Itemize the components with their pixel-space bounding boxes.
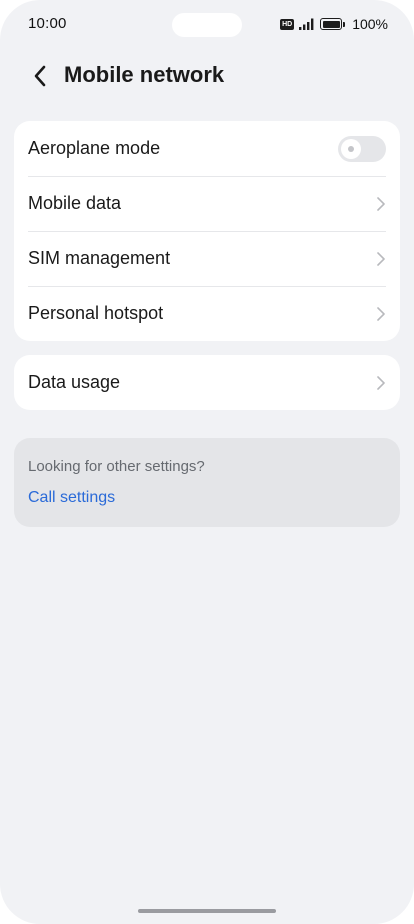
status-icons: HD 100% — [280, 15, 388, 33]
sim-management-label: SIM management — [28, 248, 171, 268]
sim-management-row[interactable]: SIM management — [14, 231, 400, 286]
back-arrow-icon — [34, 65, 46, 87]
data-usage-label: Data usage — [28, 372, 121, 392]
usage-group: Data usage — [14, 355, 400, 410]
home-indicator[interactable] — [138, 909, 276, 913]
signal-icon — [299, 18, 314, 30]
page-header: Mobile network — [0, 50, 414, 100]
status-bar: 10:00 HD 100% — [0, 0, 414, 48]
personal-hotspot-row[interactable]: Personal hotspot — [14, 286, 400, 341]
back-button[interactable] — [26, 62, 54, 90]
mobile-data-row[interactable]: Mobile data — [14, 176, 400, 231]
mobile-data-label: Mobile data — [28, 193, 122, 213]
personal-hotspot-label: Personal hotspot — [28, 303, 164, 323]
aeroplane-mode-row[interactable]: Aeroplane mode — [14, 121, 400, 176]
battery-percent: 100% — [352, 16, 388, 32]
toggle-knob — [341, 138, 361, 159]
status-time: 10:00 — [28, 15, 67, 32]
other-settings-hint: Looking for other settings? Call setting… — [14, 438, 400, 527]
aeroplane-mode-label: Aeroplane mode — [28, 138, 161, 158]
phone-screen: 10:00 HD 100% Mobile network Aeroplane m… — [0, 0, 414, 924]
camera-pill — [172, 13, 242, 37]
chevron-right-icon — [377, 375, 385, 390]
hd-icon: HD — [280, 18, 295, 30]
aeroplane-mode-toggle[interactable] — [338, 135, 386, 162]
chevron-right-icon — [377, 251, 385, 266]
chevron-right-icon — [377, 196, 385, 211]
call-settings-link[interactable]: Call settings — [28, 489, 115, 507]
chevron-right-icon — [377, 306, 385, 321]
page-title: Mobile network — [64, 62, 225, 87]
battery-icon — [320, 18, 346, 30]
settings-group: Aeroplane mode Mobile data SIM managemen… — [14, 121, 400, 341]
hint-text: Looking for other settings? — [28, 458, 205, 475]
data-usage-row[interactable]: Data usage — [14, 355, 400, 410]
